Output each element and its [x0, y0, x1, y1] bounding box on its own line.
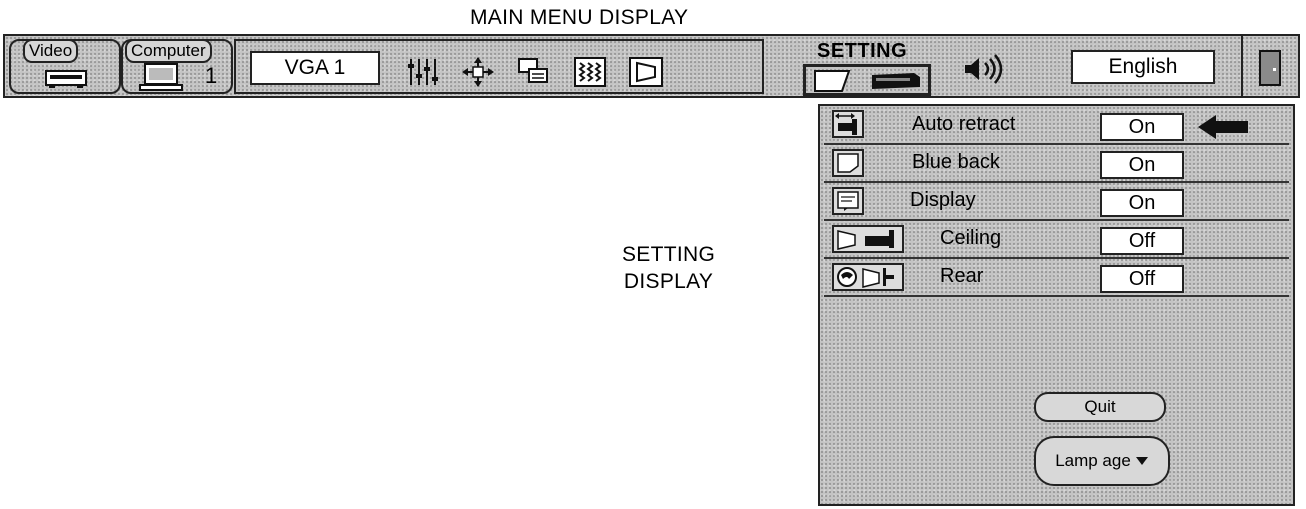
- setting-caption: SETTING DISPLAY: [622, 243, 715, 293]
- setting-row-auto-retract[interactable]: Auto retract On: [824, 109, 1289, 145]
- setting-title: SETTING: [817, 40, 908, 62]
- setting-caption-line2: DISPLAY: [623, 270, 714, 294]
- blue-back-icon: [832, 149, 864, 177]
- setting-row-value[interactable]: Off: [1100, 227, 1184, 255]
- ceiling-icon: [832, 225, 904, 253]
- computer-tab[interactable]: Computer 1: [121, 39, 233, 94]
- setting-row-rear[interactable]: Rear Off: [824, 261, 1289, 297]
- pc-adjust-icon[interactable]: [514, 54, 554, 90]
- setting-row-blue-back[interactable]: Blue back On: [824, 147, 1289, 183]
- main-menu-bar: Video Computer 1 VGA 1 SETTING English: [3, 34, 1300, 98]
- source-value-box: VGA 1: [250, 51, 380, 85]
- auto-retract-icon: [832, 110, 864, 138]
- setting-row-value[interactable]: Off: [1100, 265, 1184, 293]
- chevron-down-icon: [1135, 456, 1149, 466]
- lamp-age-label: Lamp age: [1055, 451, 1131, 470]
- selection-arrow-icon: [1196, 114, 1250, 145]
- exit-panel: [1241, 36, 1243, 96]
- setting-panel: Auto retract On Blue back On Display On: [818, 104, 1295, 506]
- quit-button[interactable]: Quit: [1034, 392, 1166, 422]
- screen-icon[interactable]: [626, 54, 666, 90]
- setting-row-label: Blue back: [912, 151, 1000, 173]
- image-adjust-icon[interactable]: [404, 54, 444, 90]
- setting-row-label: Ceiling: [940, 227, 1002, 249]
- setting-row-value[interactable]: On: [1100, 113, 1184, 141]
- monitor-icon: [139, 63, 185, 96]
- exit-door-icon[interactable]: [1259, 50, 1281, 86]
- computer-tab-label: Computer: [125, 39, 212, 63]
- setting-row-ceiling[interactable]: Ceiling Off: [824, 223, 1289, 259]
- rear-icon: [832, 263, 904, 291]
- setting-caption-line1: SETTING: [622, 243, 716, 266]
- setting-row-display[interactable]: Display On: [824, 185, 1289, 221]
- computer-number: 1: [205, 63, 218, 88]
- speaker-icon[interactable]: [961, 54, 1007, 89]
- video-tab[interactable]: Video: [9, 39, 121, 94]
- projector-icon: [868, 71, 924, 98]
- setting-button[interactable]: [803, 64, 931, 96]
- setting-row-label: Auto retract: [912, 113, 1016, 135]
- display-icon: [832, 187, 864, 215]
- setting-row-value[interactable]: On: [1100, 151, 1184, 179]
- setting-screen-icon: [812, 68, 852, 99]
- position-icon[interactable]: [458, 54, 498, 90]
- computer-tools-panel: VGA 1: [234, 39, 764, 94]
- setting-row-label: Display: [910, 189, 976, 211]
- image-level-icon[interactable]: [570, 54, 610, 90]
- video-tab-label: Video: [23, 39, 79, 63]
- setting-row-value[interactable]: On: [1100, 189, 1184, 217]
- setting-row-label: Rear: [940, 265, 984, 287]
- main-menu-caption: MAIN MENU DISPLAY: [470, 6, 689, 29]
- language-box[interactable]: English: [1071, 50, 1215, 84]
- lamp-age-button[interactable]: Lamp age: [1034, 436, 1170, 486]
- vcr-icon: [45, 67, 87, 94]
